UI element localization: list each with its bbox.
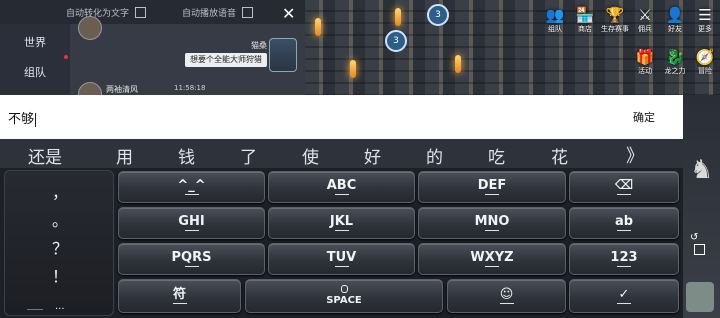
key-jkl[interactable]: JKL — [268, 207, 415, 239]
candidate-item[interactable]: 的 — [426, 143, 443, 168]
punct-key[interactable]: ？ — [5, 235, 115, 259]
window-icon[interactable] — [694, 244, 705, 255]
dragon-power-button[interactable]: 🐉 龙之力 — [660, 48, 690, 84]
mercenary-icon: ⚔ — [638, 6, 652, 24]
tab-team[interactable]: 组队 — [0, 64, 70, 80]
torch — [455, 55, 461, 73]
chat-options-bar: 自动转化为文字 自动播放语音 ✕ — [0, 0, 305, 24]
activity-button[interactable]: 🎁 活动 — [630, 48, 660, 84]
checkmark-icon: ✓ — [618, 287, 630, 302]
secondary-menu: 🎁 活动 🐉 龙之力 🧭 冒险 — [630, 48, 720, 84]
mic-icon — [340, 284, 348, 293]
torch — [395, 8, 401, 26]
more-icon: ☰ — [698, 6, 712, 24]
divider — [27, 309, 43, 310]
rotate-icon[interactable]: ↺ — [690, 232, 698, 243]
key-mno[interactable]: MNO — [418, 207, 566, 239]
tab-world[interactable]: 世界 — [0, 34, 70, 50]
message-sender: 两袖清风 — [106, 85, 138, 94]
map-marker[interactable]: 3 — [385, 30, 407, 52]
candidate-bar: 还是 用 钱 了 使 好 的 吃 花 》 — [0, 139, 683, 168]
enter-key[interactable]: ✓ — [569, 279, 679, 313]
shop-icon: 🏪 — [575, 6, 595, 24]
avatar[interactable] — [78, 16, 102, 40]
candidate-item[interactable]: 钱 — [178, 143, 195, 168]
backspace-key[interactable]: ⌫ — [569, 171, 679, 203]
chat-panel: 自动转化为文字 自动播放语音 ✕ 世界 组队 猫桑 想要个全能大师狩猎 两袖清风… — [0, 0, 305, 106]
friends-icon: 👤 — [665, 6, 685, 24]
top-more-button[interactable]: ☰ 更多 — [690, 6, 720, 42]
emoji-key[interactable]: ☺ — [447, 279, 566, 313]
adventure-icon: 🧭 — [695, 48, 715, 66]
auto-text-checkbox[interactable] — [135, 7, 147, 18]
space-key[interactable]: SPACE — [245, 279, 443, 313]
top-event-button[interactable]: 🏆 生存赛事 — [600, 6, 630, 42]
symbols-icon: 符 — [172, 287, 186, 302]
chat-input[interactable]: 不够 — [8, 108, 37, 127]
symbols-key[interactable]: 符 — [118, 279, 241, 313]
backpack-icon[interactable] — [686, 282, 714, 312]
torch — [315, 18, 321, 36]
notification-dot — [64, 55, 68, 59]
message-time: 11:58:18 — [174, 84, 206, 92]
top-team-button[interactable]: 👥 组队 — [540, 6, 570, 42]
candidate-item[interactable]: 好 — [364, 143, 381, 168]
chat-messages[interactable]: 猫桑 想要个全能大师狩猎 两袖清风 11:58:18 — [70, 16, 305, 106]
emoji-icon: ☺ — [499, 287, 514, 302]
auto-voice-checkbox[interactable] — [242, 7, 254, 18]
team-icon: 👥 — [545, 6, 565, 24]
candidate-item[interactable]: 使 — [302, 143, 319, 168]
top-friends-button[interactable]: 👤 好友 — [660, 6, 690, 42]
candidate-item[interactable]: 吃 — [488, 143, 505, 168]
dragon-icon: 🐉 — [665, 48, 685, 66]
punctuation-column[interactable]: ， 。 ？ ！ ... — [4, 170, 114, 316]
message-text: 想要个全能大师狩猎 — [185, 53, 267, 67]
top-shop-button[interactable]: 🏪 商店 — [570, 6, 600, 42]
key-tuv[interactable]: TUV — [268, 243, 415, 275]
key-def[interactable]: DEF — [418, 171, 566, 203]
key-abc[interactable]: ABC — [268, 171, 415, 203]
number-mode-key[interactable]: 123 — [569, 243, 679, 275]
punct-key[interactable]: ， — [5, 179, 115, 203]
punct-key[interactable]: ！ — [5, 263, 115, 287]
confirm-button[interactable]: 确定 — [633, 109, 655, 125]
avatar[interactable] — [269, 38, 297, 72]
message-sender: 猫桑 — [251, 41, 267, 50]
map-marker[interactable]: 3 — [427, 4, 449, 26]
top-menu: 👥 组队 🏪 商店 🏆 生存赛事 ⚔ 佣兵 👤 好友 ☰ 更多 — [540, 6, 720, 42]
candidate-item[interactable]: 还是 — [28, 143, 62, 168]
keyboard: ， 。 ？ ！ ... ^_^ ABC DEF ⌫ GHI JKL MNO ab… — [0, 168, 683, 318]
punct-key[interactable]: 。 — [5, 207, 115, 231]
text-input-bar: 不够 确定 — [0, 95, 683, 139]
auto-voice-option[interactable]: 自动播放语音 — [182, 6, 254, 19]
event-icon: 🎁 — [635, 48, 655, 66]
key-wxyz[interactable]: WXYZ — [418, 243, 566, 275]
key-pqrs[interactable]: PQRS — [118, 243, 265, 275]
punct-more[interactable]: ... — [55, 301, 65, 312]
top-mercenary-button[interactable]: ⚔ 佣兵 — [630, 6, 660, 42]
auto-text-option[interactable]: 自动转化为文字 — [66, 6, 147, 19]
trophy-icon: 🏆 — [605, 6, 625, 24]
torch — [350, 60, 356, 78]
candidate-item[interactable]: 花 — [551, 143, 568, 168]
close-icon[interactable]: ✕ — [282, 4, 295, 23]
text-cursor — [35, 112, 37, 127]
english-mode-key[interactable]: ab — [569, 207, 679, 239]
adventure-button[interactable]: 🧭 冒险 — [690, 48, 720, 84]
character-icon[interactable]: ♞ — [690, 150, 713, 190]
key-ghi[interactable]: GHI — [118, 207, 265, 239]
candidate-item[interactable]: 用 — [116, 143, 133, 168]
candidate-item[interactable]: 了 — [240, 143, 257, 168]
backspace-icon: ⌫ — [614, 178, 634, 193]
expand-candidates-icon[interactable]: 》 — [626, 142, 644, 168]
key-emoticon[interactable]: ^_^ — [118, 171, 265, 203]
